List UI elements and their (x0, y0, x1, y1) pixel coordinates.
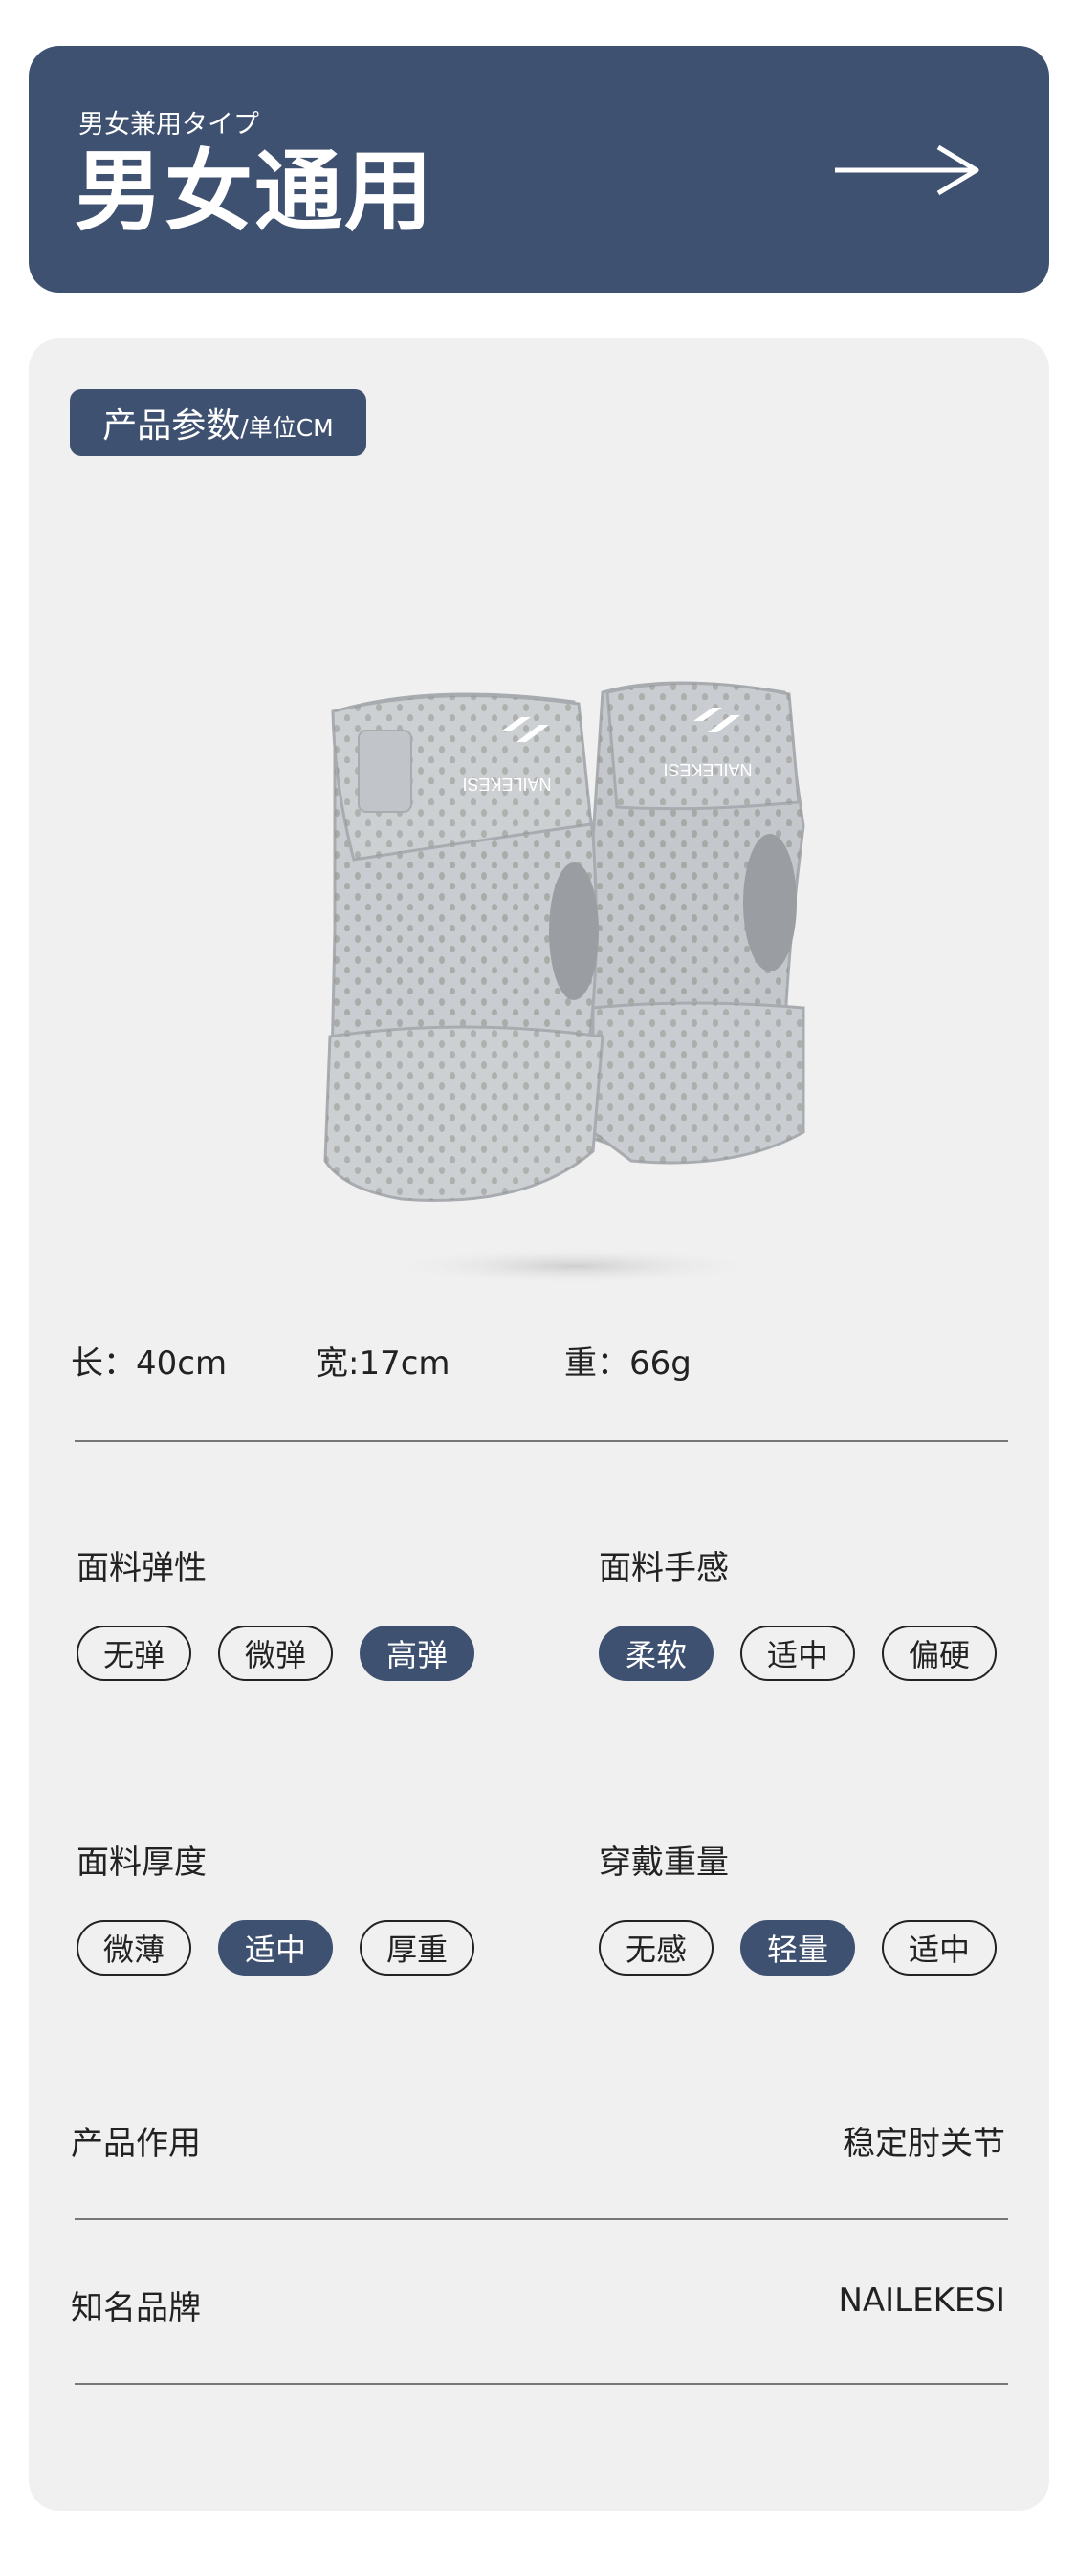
elasticity-chip[interactable]: 微弹 (218, 1626, 333, 1681)
thickness-chip[interactable]: 厚重 (360, 1920, 474, 1976)
divider (75, 2383, 1008, 2385)
elasticity-label: 面料弹性 (77, 1549, 207, 1587)
wear-weight-chip[interactable]: 适中 (882, 1920, 997, 1976)
wear-weight-options: 无感 轻量 适中 (599, 1920, 997, 1976)
thickness-options: 微薄 适中 厚重 (77, 1920, 474, 1976)
product-params-card: 产品参数 /单位CM NAILEKESI NAILEKESI 长：40cm 宽:… (29, 338, 1049, 2511)
length-value: 长：40cm (71, 1344, 228, 1383)
arrow-right-icon[interactable] (831, 142, 984, 199)
feel-options: 柔软 适中 偏硬 (599, 1626, 997, 1681)
banner-title: 男女通用 (75, 141, 435, 243)
divider (75, 1440, 1008, 1442)
wear-weight-chip[interactable]: 无感 (599, 1920, 714, 1976)
elasticity-chip-selected[interactable]: 高弹 (360, 1626, 474, 1681)
brand-print-left: NAILEKESI (462, 775, 551, 794)
thickness-chip[interactable]: 微薄 (77, 1920, 191, 1976)
brand-label: 知名品牌 (71, 2289, 201, 2327)
brand-print-right: NAILEKESI (663, 760, 752, 779)
brand-value: NAILEKESI (838, 2281, 1005, 2320)
elasticity-chip[interactable]: 无弹 (77, 1626, 191, 1681)
wear-weight-label: 穿戴重量 (599, 1844, 729, 1882)
banner-subtitle: 男女兼用タイプ (78, 110, 259, 140)
left-brace: NAILEKESI (323, 692, 604, 1202)
thickness-chip-selected[interactable]: 适中 (218, 1920, 333, 1976)
feel-chip[interactable]: 适中 (740, 1626, 855, 1681)
right-brace: NAILEKESI (572, 681, 805, 1165)
feel-chip[interactable]: 偏硬 (882, 1626, 997, 1681)
function-value: 稳定肘关节 (843, 2125, 1005, 2163)
wear-weight-chip-selected[interactable]: 轻量 (740, 1920, 855, 1976)
header-banner: 男女兼用タイプ 男女通用 (29, 46, 1049, 293)
feel-chip-selected[interactable]: 柔软 (599, 1626, 714, 1681)
divider (75, 2218, 1008, 2220)
weight-value: 重：66g (564, 1344, 692, 1383)
params-tag-unit: /单位CM (240, 414, 334, 442)
feel-label: 面料手感 (599, 1549, 729, 1587)
function-label: 产品作用 (71, 2125, 201, 2163)
params-tag-title: 产品参数 (102, 406, 241, 446)
elasticity-options: 无弹 微弹 高弹 (77, 1626, 474, 1681)
elbow-brace-image: NAILEKESI NAILEKESI (323, 681, 805, 1285)
width-value: 宽:17cm (316, 1344, 450, 1383)
params-tag: 产品参数 /单位CM (70, 389, 366, 456)
thickness-label: 面料厚度 (77, 1844, 207, 1882)
